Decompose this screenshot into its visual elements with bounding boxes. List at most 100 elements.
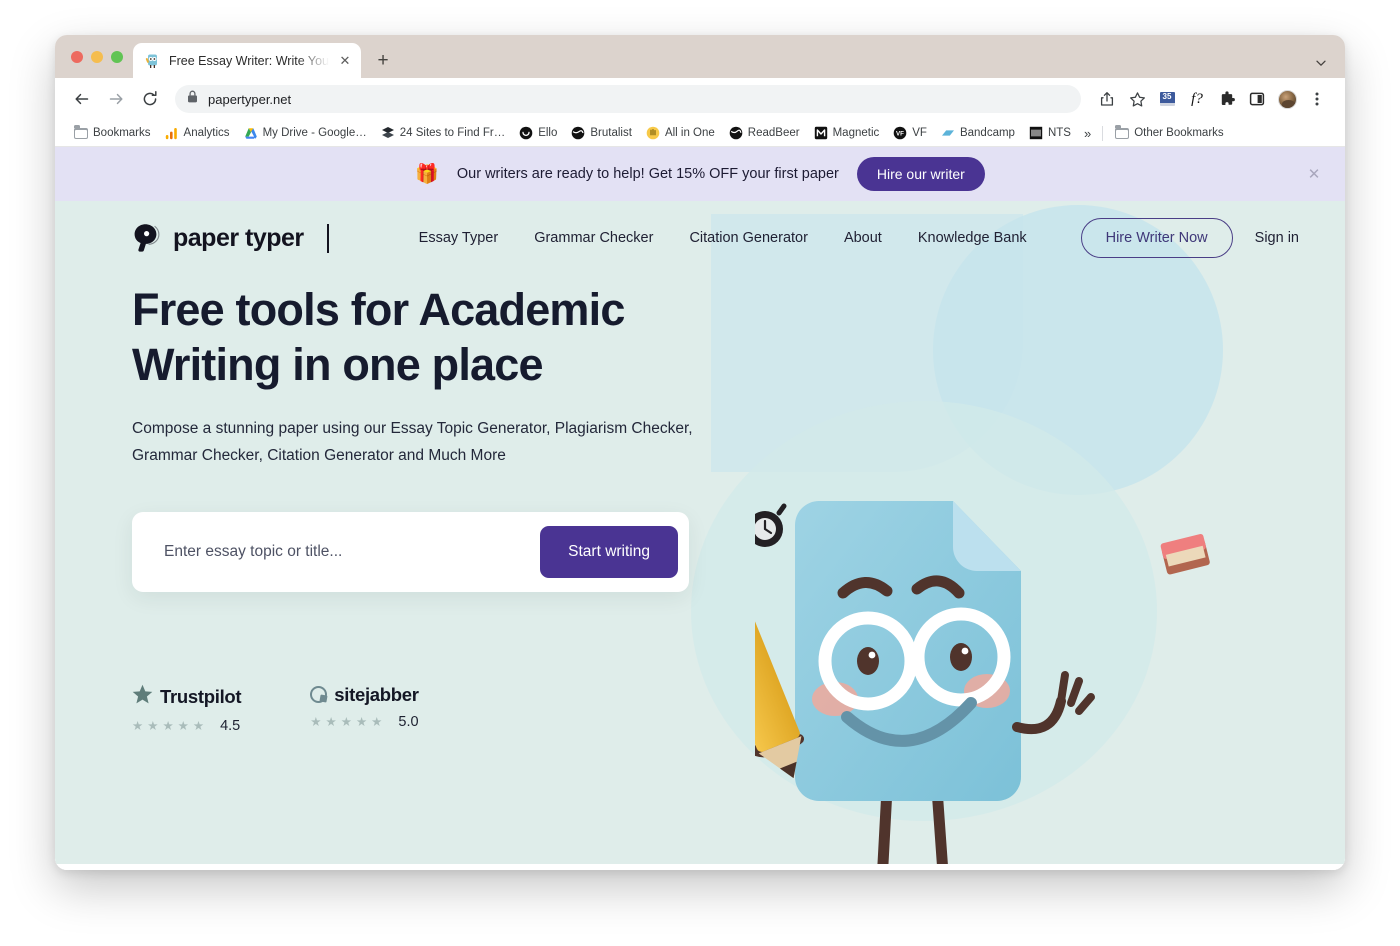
hero-heading-line-1: Free tools for Academic	[132, 284, 625, 335]
forward-button[interactable]	[101, 84, 131, 114]
nav-item-grammar-checker[interactable]: Grammar Checker	[534, 230, 653, 246]
star-icon: ★	[325, 714, 337, 729]
folder-icon	[1115, 125, 1130, 140]
bookmark-item-magnetic[interactable]: Magnetic	[807, 124, 887, 142]
bookmark-item-brutalist[interactable]: Brutalist	[564, 124, 639, 142]
browser-toolbar: papertyper.net 35 f?	[55, 78, 1345, 120]
sitejabber-stars: ★ ★ ★ ★ ★ 5.0	[310, 714, 418, 730]
page-viewport: 🎁 Our writers are ready to help! Get 15%…	[55, 147, 1345, 870]
ello-icon	[519, 126, 533, 140]
trustpilot-stars: ★ ★ ★ ★ ★ 4.5	[132, 718, 241, 734]
bookmark-star-icon[interactable]	[1123, 85, 1151, 113]
bookmark-label: All in One	[664, 127, 715, 139]
reload-button[interactable]	[135, 84, 165, 114]
bookmark-item-vf[interactable]: VF VF	[886, 124, 934, 142]
sitejabber-badge[interactable]: sitejabber ★ ★ ★ ★ ★ 5.0	[310, 683, 419, 730]
star-icon: ★	[192, 718, 205, 733]
star-icon: ★	[147, 718, 159, 733]
bookmark-label: Ello	[538, 127, 558, 139]
hire-writer-now-button[interactable]: Hire Writer Now	[1080, 218, 1233, 258]
bookmark-label: 24 Sites to Find Fr…	[399, 127, 506, 139]
bookmark-item-nts[interactable]: NTS	[1022, 124, 1078, 142]
google-drive-icon	[244, 126, 258, 140]
bookmark-item-ello[interactable]: Ello	[512, 124, 564, 142]
bookmark-item-my-drive[interactable]: My Drive - Google…	[237, 124, 374, 142]
minimize-window-button[interactable]	[91, 50, 103, 63]
browser-tab[interactable]: Free Essay Writer: Write Your P ✕	[133, 43, 361, 78]
extensions-puzzle-icon[interactable]	[1213, 85, 1241, 113]
book	[1160, 533, 1210, 575]
bookmark-label: Magnetic	[832, 127, 880, 139]
nav-item-about[interactable]: About	[844, 230, 882, 246]
extension-badge-35[interactable]: 35	[1153, 85, 1181, 113]
site-nav-links: Essay Typer Grammar Checker Citation Gen…	[419, 230, 1027, 246]
other-bookmarks-button[interactable]: Other Bookmarks	[1108, 124, 1230, 142]
promo-text: Our writers are ready to help! Get 15% O…	[456, 166, 839, 182]
trustpilot-label: Trustpilot	[160, 685, 242, 707]
hire-our-writer-button[interactable]: Hire our writer	[856, 157, 985, 191]
layers-icon	[381, 126, 395, 140]
address-bar[interactable]: papertyper.net	[175, 85, 1081, 113]
side-panel-icon[interactable]	[1243, 85, 1271, 113]
bookmark-label: Bandcamp	[959, 127, 1015, 139]
maximize-window-button[interactable]	[111, 50, 123, 63]
magnetic-m-icon	[814, 126, 828, 140]
vf-icon: VF	[893, 126, 907, 140]
trustpilot-star-icon	[132, 684, 153, 710]
chrome-menu-icon[interactable]	[1303, 85, 1331, 113]
nav-item-citation-generator[interactable]: Citation Generator	[689, 230, 807, 246]
sitejabber-label: sitejabber	[334, 683, 419, 705]
papertyper-mascot-favicon	[144, 52, 161, 69]
logo-cursor-bar	[326, 223, 329, 253]
bookmark-item-24-sites[interactable]: 24 Sites to Find Fr…	[374, 124, 512, 142]
nav-item-essay-typer[interactable]: Essay Typer	[419, 230, 499, 246]
other-bookmarks-label: Other Bookmarks	[1134, 127, 1224, 139]
essay-topic-input[interactable]	[164, 542, 541, 561]
bookmark-item-bookmarks[interactable]: Bookmarks	[67, 124, 158, 142]
site-logo[interactable]: paper typer	[132, 223, 329, 253]
sitejabber-icon	[310, 686, 328, 704]
bookmark-item-all-in-one[interactable]: All in One	[639, 124, 722, 142]
mascot-eye-left	[857, 647, 879, 675]
bookmark-label: NTS	[1047, 127, 1071, 139]
back-button[interactable]	[67, 84, 97, 114]
nts-icon	[1029, 126, 1043, 140]
extension-f-question-icon[interactable]: f?	[1183, 85, 1211, 113]
svg-text:VF: VF	[896, 130, 904, 137]
alarm-clock	[743, 503, 787, 547]
bookmark-item-analytics[interactable]: Analytics	[158, 124, 237, 142]
extension-badge-35-label: 35	[1159, 92, 1175, 106]
bookmarks-overflow-button[interactable]: »	[1078, 124, 1097, 143]
hero-heading-line-2: Writing in one place	[132, 338, 544, 390]
star-icon: ★	[355, 714, 368, 729]
site-nav-actions: Hire Writer Now Sign in	[1080, 218, 1299, 258]
toolbar-icons: 35 f?	[1093, 85, 1331, 113]
sitejabber-score: 5.0	[398, 713, 419, 730]
all-in-one-icon	[646, 126, 660, 140]
bookmarks-divider	[1102, 125, 1104, 141]
hero-section: paper typer Essay Typer Grammar Checker …	[55, 201, 1345, 864]
tab-search-chevron-down-icon[interactable]	[1315, 57, 1327, 69]
tab-close-icon[interactable]: ✕	[337, 53, 353, 69]
start-writing-button[interactable]: Start writing	[540, 525, 678, 578]
essay-topic-search-card: Start writing	[132, 511, 689, 592]
star-icon: ★	[162, 718, 174, 733]
profile-avatar[interactable]	[1273, 85, 1301, 113]
lock-icon	[187, 90, 198, 108]
close-window-button[interactable]	[71, 50, 83, 63]
tab-strip: Free Essay Writer: Write Your P ✕ +	[55, 35, 1345, 78]
brutalist-globe-icon	[571, 126, 585, 140]
nav-item-knowledge-bank[interactable]: Knowledge Bank	[918, 230, 1027, 246]
folder-icon	[74, 125, 88, 140]
star-icon: ★	[340, 714, 352, 729]
pen-nib-logo-icon	[132, 223, 161, 253]
sign-in-link[interactable]: Sign in	[1255, 230, 1299, 246]
hero-subtitle-line-2: Grammar Checker, Citation Generator and …	[132, 447, 506, 465]
trustpilot-badge[interactable]: Trustpilot ★ ★ ★ ★ ★ 4.5	[132, 684, 242, 734]
close-icon[interactable]: ✕	[1305, 165, 1323, 183]
new-tab-button[interactable]: +	[369, 47, 397, 75]
bookmark-item-bandcamp[interactable]: Bandcamp	[934, 124, 1022, 142]
trustpilot-score: 4.5	[220, 717, 241, 734]
bookmark-item-readbeer[interactable]: ReadBeer	[722, 124, 807, 142]
share-icon[interactable]	[1093, 85, 1121, 113]
